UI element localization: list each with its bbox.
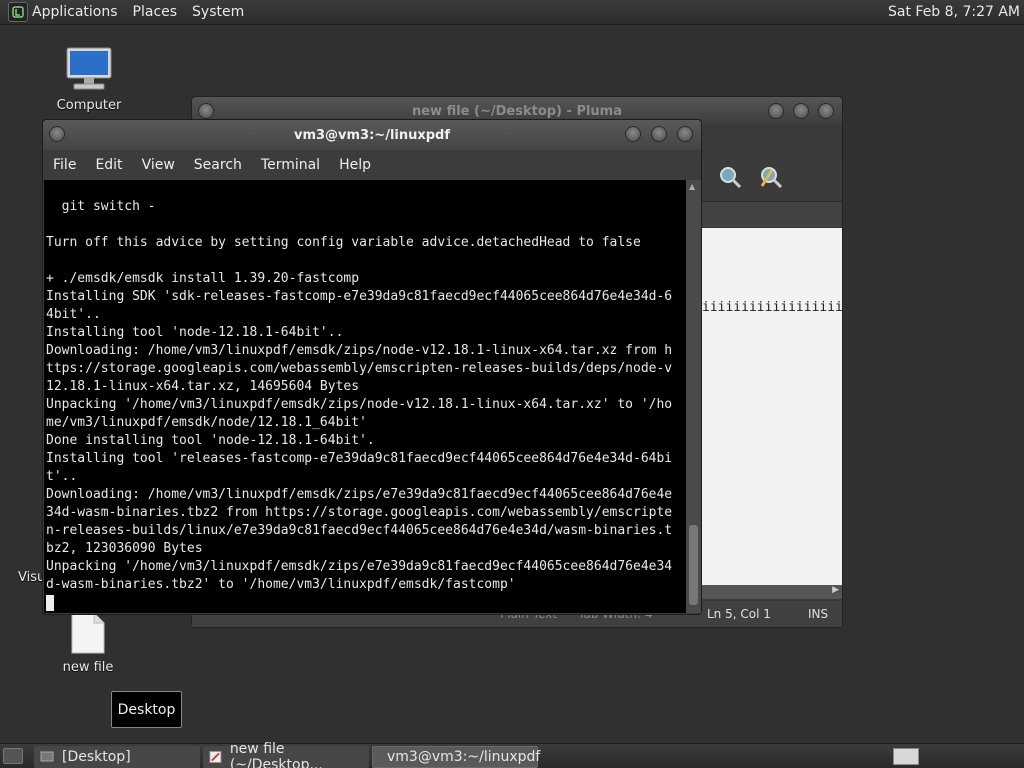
desktop-icon-new-file[interactable]: new file [58, 612, 118, 675]
task-pluma[interactable]: new file (~/Desktop... [203, 741, 369, 768]
scrollbar-thumb[interactable] [689, 525, 698, 605]
workspace-switcher[interactable] [893, 748, 919, 765]
applications-menu[interactable]: Applications [32, 4, 118, 20]
file-icon [71, 612, 105, 654]
terminal-line: 34d-wasm-binaries.tbz2 from https://stor… [46, 505, 673, 520]
window-menu-button[interactable] [49, 126, 65, 142]
terminal-line: bz2, 123036090 Bytes [46, 541, 203, 556]
desktop-icon-label: new file [62, 660, 114, 675]
task-label: new file (~/Desktop... [229, 741, 323, 768]
cursor-position: Ln 5, Col 1 [707, 607, 771, 621]
text-cursor [46, 594, 54, 611]
minimize-button[interactable] [625, 126, 641, 142]
terminal-titlebar[interactable]: vm3@vm3:~/linuxpdf [43, 120, 701, 150]
terminal-line: n-releases-builds/linux/e7e39da9c81faecd… [46, 523, 673, 538]
system-menu[interactable]: System [192, 4, 244, 20]
terminal-line: Unpacking '/home/vm3/linuxpdf/emsdk/zips… [46, 559, 673, 574]
terminal-line: git switch - [46, 199, 156, 214]
task-label: [Desktop] [62, 749, 131, 765]
maximize-button[interactable] [793, 103, 809, 119]
menu-terminal[interactable]: Terminal [261, 157, 320, 173]
terminal-line: Done installing tool 'node-12.18.1-64bit… [46, 433, 375, 448]
distro-logo-icon[interactable] [8, 2, 28, 22]
terminal-line: Unpacking '/home/vm3/linuxpdf/emsdk/zips… [46, 397, 673, 412]
replace-icon[interactable] [758, 164, 784, 190]
maximize-button[interactable] [651, 126, 667, 142]
desktop-tooltip: Desktop [111, 691, 182, 728]
terminal-line: Installing tool 'releases-fastcomp-e7e39… [46, 451, 673, 466]
text-editor-icon [209, 751, 222, 763]
close-button[interactable] [818, 103, 834, 119]
show-desktop-icon[interactable] [3, 748, 23, 764]
desktop-icon-label: Computer [56, 98, 122, 113]
terminal-line: Turn off this advice by setting config v… [46, 235, 641, 250]
terminal-line: ttps://storage.googleapis.com/webassembl… [46, 361, 673, 376]
terminal-line: Installing SDK 'sdk-releases-fastcomp-e7… [46, 289, 673, 304]
menu-file[interactable]: File [53, 157, 76, 173]
task-desktop[interactable]: [Desktop] [34, 746, 200, 768]
pluma-title: new file (~/Desktop) - Pluma [411, 103, 622, 119]
pluma-tab-strip [692, 201, 842, 227]
menu-help[interactable]: Help [339, 157, 371, 173]
terminal-menubar: File Edit View Search Terminal Help [43, 150, 701, 180]
terminal-prompt-line [46, 594, 686, 612]
find-icon[interactable] [717, 164, 743, 190]
scroll-up-arrow-icon[interactable]: ▲ [689, 182, 695, 191]
window-menu-button[interactable] [198, 103, 214, 119]
terminal-title: vm3@vm3:~/linuxpdf [293, 127, 451, 143]
terminal-window[interactable]: vm3@vm3:~/linuxpdf File Edit View Search… [42, 119, 702, 615]
close-button[interactable] [677, 126, 693, 142]
scroll-right-arrow-icon[interactable]: ▶ [832, 585, 839, 595]
editor-line: iiiiiiiiiiiiiiiiiiiiii [702, 300, 842, 315]
computer-icon [66, 47, 112, 90]
terminal-line: d-wasm-binaries.tbz2' to '/home/vm3/linu… [46, 577, 516, 592]
terminal-line: 12.18.1-linux-x64.tar.xz, 14695604 Bytes [46, 379, 360, 394]
menu-view[interactable]: View [142, 157, 175, 173]
desktop-icon-computer[interactable]: Computer [56, 46, 122, 113]
desktop-icon [40, 751, 54, 762]
top-panel: Applications Places System Sat Feb 8, 7:… [0, 0, 1024, 25]
menu-edit[interactable]: Edit [95, 157, 122, 173]
places-menu[interactable]: Places [133, 4, 178, 20]
terminal-line: Installing tool 'node-12.18.1-64bit'.. [46, 325, 344, 340]
terminal-line: Downloading: /home/vm3/linuxpdf/emsdk/zi… [46, 487, 673, 502]
terminal-scrollbar[interactable]: ▲ [686, 180, 701, 613]
task-terminal[interactable]: vm3@vm3:~/linuxpdf [372, 746, 541, 768]
terminal-line: Downloading: /home/vm3/linuxpdf/emsdk/zi… [46, 343, 673, 358]
insert-mode: INS [808, 607, 829, 621]
bottom-taskbar: [Desktop] new file (~/Desktop... vm3@vm3… [0, 741, 1024, 768]
minimize-button[interactable] [768, 103, 784, 119]
menu-search[interactable]: Search [194, 157, 242, 173]
terminal-screen[interactable]: git switch - Turn off this advice by sett… [44, 180, 686, 613]
terminal-line: + ./emsdk/emsdk install 1.39.20-fastcomp [46, 271, 360, 286]
pluma-editor[interactable]: iiiiiiiiiiiiiiiiiiiiii [702, 228, 842, 585]
tooltip-label: Desktop [117, 701, 176, 718]
terminal-line: me/vm3/linuxpdf/emsdk/node/12.18.1_64bit… [46, 415, 367, 430]
terminal-line: 4bit'.. [46, 307, 101, 322]
pluma-hscrollbar[interactable]: ▶ [702, 585, 842, 599]
task-label: vm3@vm3:~/linuxpdf [387, 749, 541, 765]
clock[interactable]: Sat Feb 8, 7:27 AM [888, 4, 1020, 20]
terminal-line: t'.. [46, 469, 78, 484]
